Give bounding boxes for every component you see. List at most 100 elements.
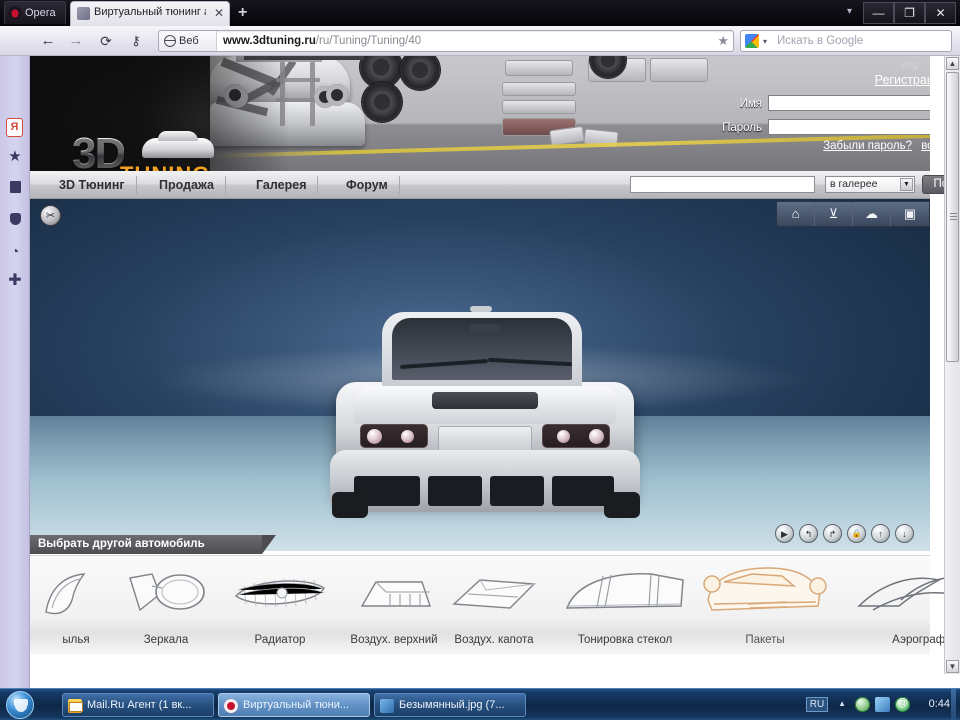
nav-item-3d-tuning[interactable]: 3D Тюнинг (48, 176, 137, 194)
download-icon[interactable]: ↓ (895, 524, 914, 543)
back-icon[interactable]: ← (38, 32, 58, 50)
login-name-input[interactable] (768, 95, 930, 111)
taskbar-button-label: Mail.Ru Агент (1 вк... (87, 699, 192, 711)
minimize-button[interactable]: — (863, 2, 894, 24)
url-host: www.3dtuning.ru (223, 35, 316, 47)
search-scope-label: Веб (179, 35, 199, 47)
login-password-input[interactable] (768, 119, 930, 135)
logo-car-icon (142, 131, 214, 158)
home-icon[interactable]: ⌂ (777, 202, 815, 226)
part-item-mirrors[interactable]: Зеркала (106, 562, 226, 654)
tab-favicon-icon (77, 7, 90, 20)
part-item-window-tint[interactable]: Тонировка стекол (550, 562, 700, 654)
browser-tab[interactable]: Виртуальный тюнинг а... ✕ (70, 1, 230, 26)
part-label: Воздух. капота (454, 634, 534, 646)
yandex-icon[interactable]: Я (6, 118, 23, 137)
part-item-hood-air-vent[interactable]: Воздух. капота (434, 562, 554, 654)
body-kit-icon (690, 560, 840, 622)
close-button[interactable]: ✕ (925, 2, 956, 24)
maximize-button[interactable]: ❐ (894, 2, 925, 24)
mail-icon (68, 699, 83, 713)
site-header-banner: 3D TUNING eng Регистрац Имя Пароль Забыл… (30, 56, 930, 171)
tab-close-icon[interactable]: ✕ (214, 6, 224, 20)
taskbar-button-image[interactable]: Безымянный.jpg (7... (374, 693, 526, 717)
url-path: /ru/Tuning/Tuning/40 (315, 35, 422, 47)
new-tab-button[interactable]: + (238, 5, 247, 21)
bookmark-star-icon[interactable]: ★ (717, 33, 729, 49)
parts-strip: ылья Зеркала Радиатор Воздух. верхний Во (30, 555, 960, 655)
tab-title: Виртуальный тюнинг а... (94, 6, 206, 18)
browser-titlebar: Opera Виртуальный тюнинг а... ✕ + ▾ — ❐ … (0, 0, 960, 26)
reload-icon[interactable]: ⟳ (96, 32, 116, 50)
tray-mail-agent-icon[interactable] (895, 696, 910, 712)
forward-icon[interactable]: → (66, 32, 86, 50)
logo-tuning-text: TUNING (120, 164, 210, 172)
wand-icon[interactable]: ⚷ (126, 32, 146, 50)
lock-icon[interactable]: 🔒 (847, 524, 866, 543)
rotate-left-icon[interactable]: ↰ (799, 524, 818, 543)
nav-item-sale[interactable]: Продажа (148, 176, 226, 194)
scroll-up-icon[interactable]: ▲ (946, 57, 959, 70)
rotate-right-icon[interactable]: ↱ (823, 524, 842, 543)
show-hidden-icons-icon[interactable]: ▲ (838, 699, 846, 708)
language-switch-eng[interactable]: eng (901, 60, 918, 71)
nav-item-forum[interactable]: Форум (335, 176, 400, 194)
tools-wrench-icon[interactable]: ✂ (40, 205, 61, 226)
opera-menu-label: Opera (25, 7, 56, 19)
chevron-down-icon[interactable]: ▾ (763, 37, 767, 46)
camera-icon[interactable]: ▣ (891, 202, 929, 226)
site-navigation: 3D Тюнинг Продажа Галерея Форум в галере… (30, 171, 960, 199)
upload-icon[interactable]: ↑ (871, 524, 890, 543)
clock[interactable]: 0:44 (929, 698, 950, 710)
window-menu-chevron-icon[interactable]: ▾ (847, 6, 852, 17)
car-hood-scoop (432, 392, 538, 409)
language-indicator[interactable]: RU (806, 697, 828, 712)
tray-network-icon[interactable] (875, 697, 890, 712)
links-icon[interactable] (0, 206, 30, 232)
site-search-scope-select[interactable]: в галерее ▼ (825, 176, 915, 193)
window-tint-icon (559, 566, 691, 622)
opera-icon (224, 699, 238, 713)
search-scope-badge[interactable]: Веб (159, 31, 217, 51)
compare-icon[interactable]: ⊻ (815, 202, 853, 226)
taskbar-button-opera[interactable]: Виртуальный тюни... (218, 693, 370, 717)
history-clock-icon[interactable]: ◔ (0, 238, 30, 264)
google-search-box[interactable]: ▾ Искать в Google (740, 30, 952, 52)
window-controls: — ❐ ✕ (863, 2, 956, 24)
taskbar-button-label: Безымянный.jpg (7... (399, 699, 505, 711)
car-bumper-vent (428, 476, 482, 506)
nav-item-gallery[interactable]: Галерея (245, 176, 319, 194)
car-headlight-left (360, 424, 428, 448)
part-label: Радиатор (254, 634, 306, 646)
paint-icon[interactable]: ☁ (853, 202, 891, 226)
scroll-down-icon[interactable]: ▼ (946, 660, 959, 673)
vertical-scroll-thumb[interactable] (946, 72, 959, 362)
page-vertical-scrollbar[interactable]: ▲ ▼ (944, 56, 960, 674)
part-item-packages[interactable]: Пакеты (690, 562, 840, 654)
car-tire-left (332, 492, 368, 518)
chevron-down-icon[interactable]: ▼ (900, 178, 913, 191)
car-3d-viewer[interactable]: ✂ ⌂ ⊻ ☁ ▣ ▶ ↰ ↱ 🔒 ↑ ↓ (30, 199, 930, 551)
login-enter-link[interactable]: вой (921, 140, 930, 152)
choose-other-car-button[interactable]: Выбрать другой автомобиль (30, 535, 276, 554)
show-desktop-button[interactable] (951, 689, 956, 720)
bookmarks-star-icon[interactable]: ★ (0, 144, 30, 170)
opera-menu-button[interactable]: Opera (4, 1, 66, 24)
notes-icon[interactable] (0, 174, 30, 200)
start-button[interactable] (6, 691, 34, 719)
taskbar-button-mailru[interactable]: Mail.Ru Агент (1 вк... (62, 693, 214, 717)
tray-opera-icon[interactable] (855, 697, 870, 712)
forgot-password-link[interactable]: Забыли пароль? (823, 140, 912, 152)
google-search-placeholder: Искать в Google (777, 35, 864, 47)
address-bar[interactable]: Веб www.3dtuning.ru/ru/Tuning/Tuning/40 … (158, 30, 734, 52)
site-search-input[interactable] (630, 176, 815, 193)
taskbar-button-label: Виртуальный тюни... (243, 699, 350, 711)
add-panel-icon[interactable]: ✚ (0, 268, 30, 294)
part-label: Пакеты (745, 634, 785, 646)
part-item-radiator[interactable]: Радиатор (220, 562, 340, 654)
car-render (320, 304, 650, 549)
car-tire-right (604, 492, 640, 518)
play-icon[interactable]: ▶ (775, 524, 794, 543)
register-link[interactable]: Регистрац (875, 73, 930, 87)
site-logo[interactable]: 3D TUNING (72, 131, 222, 172)
